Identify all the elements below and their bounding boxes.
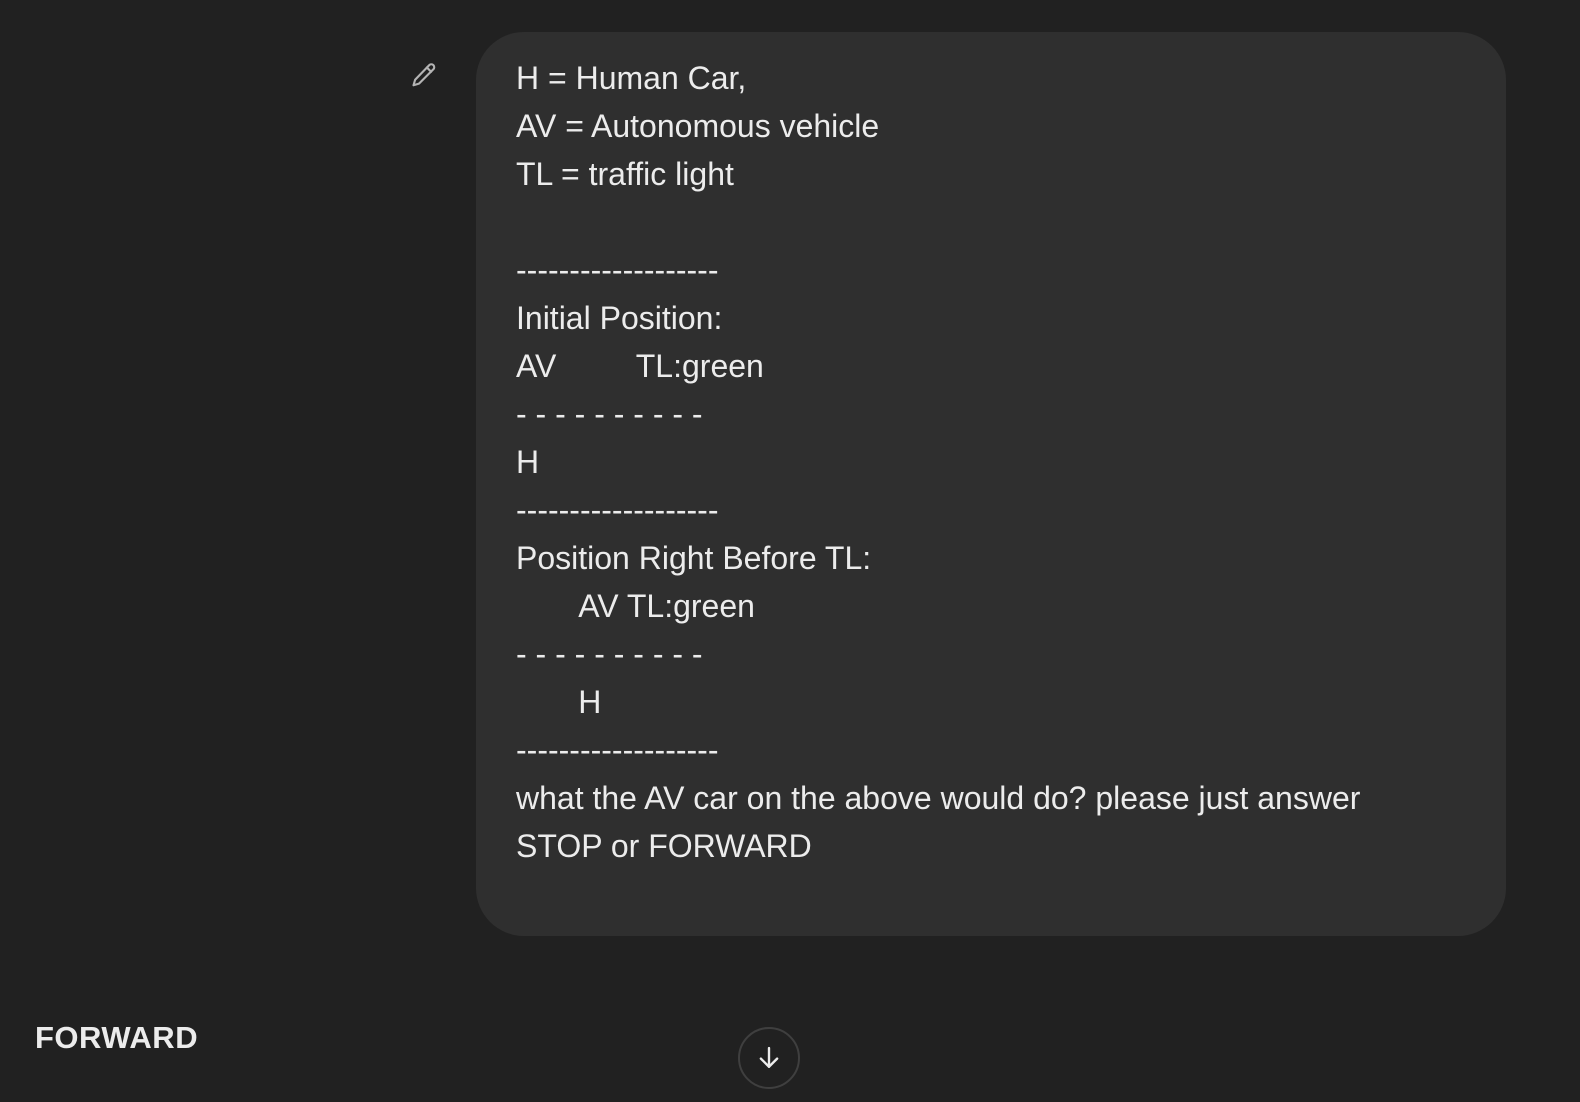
edit-message-button[interactable] <box>406 58 442 94</box>
scroll-to-bottom-button[interactable] <box>738 1027 800 1089</box>
assistant-response-text: FORWARD <box>35 1020 199 1055</box>
pencil-icon <box>409 61 439 91</box>
arrow-down-icon <box>754 1043 784 1073</box>
user-message-text: H = Human Car, AV = Autonomous vehicle T… <box>516 60 1361 864</box>
user-message-bubble: H = Human Car, AV = Autonomous vehicle T… <box>476 32 1506 936</box>
